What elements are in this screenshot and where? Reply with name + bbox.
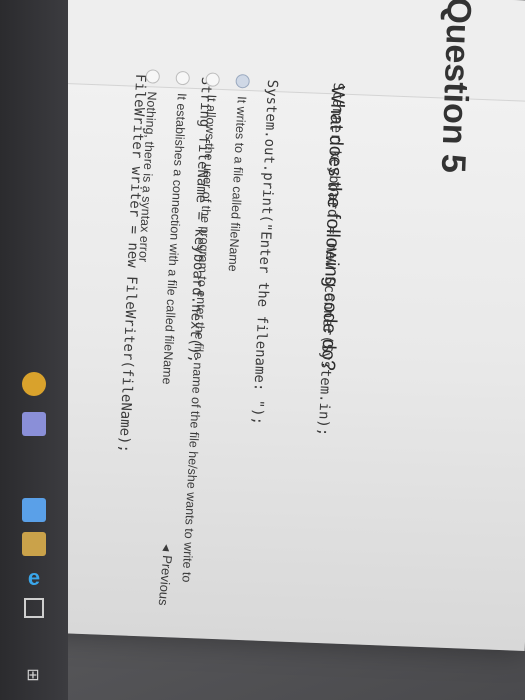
question-card: Question 5 What does the following code … bbox=[0, 0, 525, 700]
edge-icon[interactable]: e bbox=[22, 566, 46, 590]
photo-scene: Question 5 What does the following code … bbox=[0, 0, 525, 700]
store-icon[interactable] bbox=[22, 498, 46, 522]
previous-arrow-icon: ◀ bbox=[161, 543, 173, 552]
windows-icon[interactable]: ⊞ bbox=[22, 665, 44, 687]
option-1-label: It writes to a file called fileName bbox=[225, 95, 249, 273]
option-3-radio[interactable] bbox=[175, 70, 191, 86]
answer-options: It writes to a file called fileName It a… bbox=[111, 69, 258, 585]
option-4-label: Nothing, there is a syntax error bbox=[136, 91, 159, 263]
option-1-radio[interactable] bbox=[235, 73, 251, 89]
option-2-radio[interactable] bbox=[205, 72, 221, 87]
mail-icon[interactable] bbox=[22, 532, 46, 556]
question-title: Question 5 bbox=[433, 0, 478, 174]
chrome-icon[interactable] bbox=[22, 372, 46, 396]
code-line: Scanner keyboard = new Scanner(System.in… bbox=[314, 82, 347, 437]
previous-label: Previous bbox=[155, 554, 176, 607]
taskbar: ⊞ e bbox=[0, 0, 68, 700]
pencil-icon[interactable] bbox=[22, 412, 46, 436]
task-view-icon[interactable] bbox=[24, 598, 44, 618]
option-4-radio[interactable] bbox=[145, 69, 161, 84]
